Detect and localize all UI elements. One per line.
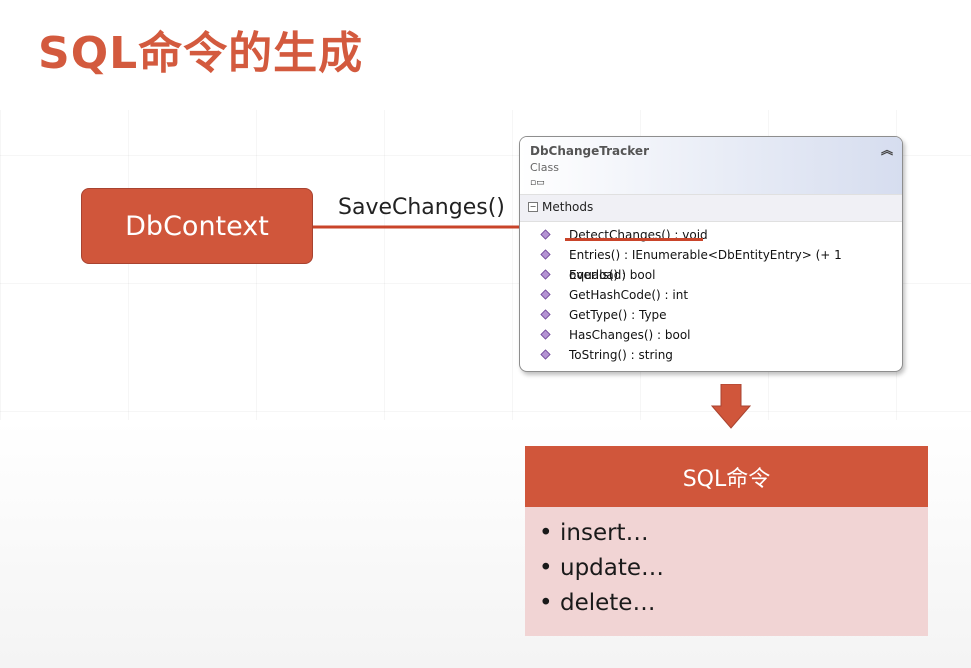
sql-item: • insert… — [525, 517, 928, 552]
methods-section-label: Methods — [542, 200, 594, 214]
method-item[interactable]: GetHashCode() : int — [520, 285, 902, 305]
class-diagram-box[interactable]: DbChangeTracker Class ▫▭ ︽ − Methods Det… — [519, 136, 903, 372]
class-kind: Class — [530, 161, 559, 174]
method-icon — [540, 269, 551, 280]
bullet-icon: • — [539, 520, 553, 546]
savechanges-label: SaveChanges() — [338, 195, 505, 220]
method-icon — [540, 329, 551, 340]
methods-section-header[interactable]: − Methods — [520, 194, 902, 222]
method-item[interactable]: Entries() : IEnumerable<DbEntityEntry> (… — [520, 245, 902, 282]
method-item[interactable]: ToString() : string — [520, 345, 902, 365]
method-icon — [540, 229, 551, 240]
method-item[interactable]: GetType() : Type — [520, 305, 902, 325]
sql-item: • update… — [525, 552, 928, 587]
method-item[interactable]: HasChanges() : bool — [520, 325, 902, 345]
sql-item: • delete… — [525, 587, 928, 622]
method-item[interactable]: Equals() : bool — [520, 265, 902, 285]
method-label: GetType() : Type — [569, 308, 667, 322]
method-item[interactable]: DetectChanges() : void — [520, 225, 902, 245]
method-label: GetHashCode() : int — [569, 288, 689, 302]
class-header: DbChangeTracker Class ▫▭ ︽ — [520, 137, 902, 194]
down-arrow-icon — [711, 384, 751, 429]
sql-command-panel: SQL命令 • insert… • update… • delete… — [525, 446, 928, 636]
method-label: ToString() : string — [569, 348, 673, 362]
sql-panel-body: • insert… • update… • delete… — [525, 507, 928, 636]
method-label: Equals() : bool — [569, 268, 656, 282]
sql-panel-title: SQL命令 — [525, 446, 928, 507]
sql-item-label: delete… — [560, 590, 656, 616]
collapse-toggle-icon[interactable]: − — [528, 202, 538, 212]
bullet-icon: • — [539, 555, 553, 581]
chevrons-up-icon[interactable]: ︽ — [881, 141, 893, 158]
method-list: DetectChanges() : void Entries() : IEnum… — [520, 222, 902, 365]
bullet-icon: • — [539, 590, 553, 616]
method-icon — [540, 349, 551, 360]
sql-item-label: update… — [560, 555, 665, 581]
class-name: DbChangeTracker — [530, 144, 649, 158]
method-icon — [540, 309, 551, 320]
method-label: HasChanges() : bool — [569, 328, 691, 342]
method-icon — [540, 249, 551, 260]
class-glyph-icon: ▫▭ — [530, 178, 545, 188]
detectchanges-underline — [565, 238, 703, 241]
sql-item-label: insert… — [560, 520, 649, 546]
method-icon — [540, 289, 551, 300]
